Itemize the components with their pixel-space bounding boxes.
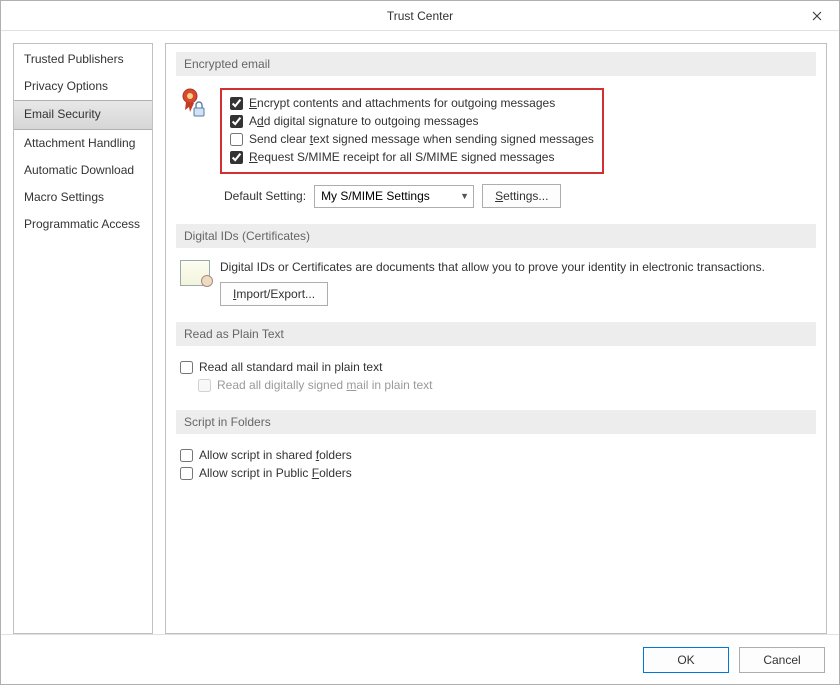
content-area: Trusted Publishers Privacy Options Email… [1,31,839,634]
label-encrypt-contents: Encrypt contents and attachments for out… [249,96,555,110]
checkbox-read-standard-plain[interactable] [180,361,193,374]
label-read-standard-plain: Read all standard mail in plain text [199,360,382,374]
checkbox-encrypt-contents[interactable] [230,97,243,110]
checkbox-add-signature[interactable] [230,115,243,128]
window-title: Trust Center [387,9,453,23]
label-read-signed-plain: Read all digitally signed mail in plain … [217,378,432,392]
sidebar-item-programmatic-access[interactable]: Programmatic Access [14,211,152,238]
sidebar-item-privacy-options[interactable]: Privacy Options [14,73,152,100]
option-read-standard-plain[interactable]: Read all standard mail in plain text [180,358,812,376]
import-export-button[interactable]: Import/Export... [220,282,328,306]
sidebar-item-macro-settings[interactable]: Macro Settings [14,184,152,211]
ok-button[interactable]: OK [643,647,729,673]
default-setting-label: Default Setting: [224,189,306,203]
certificate-icon [180,260,210,286]
label-script-public: Allow script in Public Folders [199,466,352,480]
section-digital-ids: Digital IDs or Certificates are document… [176,260,816,318]
option-script-public[interactable]: Allow script in Public Folders [180,464,812,482]
option-add-signature[interactable]: Add digital signature to outgoing messag… [230,112,594,130]
close-icon [812,11,822,21]
trust-center-window: Trust Center Trusted Publishers Privacy … [0,0,840,685]
checkbox-clear-text[interactable] [230,133,243,146]
label-clear-text: Send clear text signed message when send… [249,132,594,146]
sidebar-item-trusted-publishers[interactable]: Trusted Publishers [14,46,152,73]
checkbox-smime-receipt[interactable] [230,151,243,164]
checkbox-script-shared[interactable] [180,449,193,462]
encrypted-options-highlight: Encrypt contents and attachments for out… [220,88,604,174]
checkbox-read-signed-plain [198,379,211,392]
section-header-plain-text: Read as Plain Text [176,322,816,346]
option-read-signed-plain: Read all digitally signed mail in plain … [198,376,812,394]
label-smime-receipt: Request S/MIME receipt for all S/MIME si… [249,150,554,164]
label-add-signature: Add digital signature to outgoing messag… [249,114,479,128]
sidebar-item-attachment-handling[interactable]: Attachment Handling [14,130,152,157]
cancel-button[interactable]: Cancel [739,647,825,673]
option-smime-receipt[interactable]: Request S/MIME receipt for all S/MIME si… [230,148,594,166]
settings-button[interactable]: Settings... [482,184,561,208]
main-panel: Encrypted email [165,43,827,634]
option-script-shared[interactable]: Allow script in shared folders [180,446,812,464]
sidebar: Trusted Publishers Privacy Options Email… [13,43,153,634]
section-script: Allow script in shared folders Allow scr… [176,446,816,494]
dialog-footer: OK Cancel [1,634,839,684]
titlebar: Trust Center [1,1,839,31]
default-setting-value: My S/MIME Settings [321,189,430,203]
label-script-shared: Allow script in shared folders [199,448,352,462]
default-setting-dropdown[interactable]: My S/MIME Settings ▼ [314,185,474,208]
section-header-encrypted: Encrypted email [176,52,816,76]
section-encrypted: Encrypt contents and attachments for out… [176,88,816,220]
section-header-script: Script in Folders [176,410,816,434]
section-plain-text: Read all standard mail in plain text Rea… [176,358,816,406]
default-setting-row: Default Setting: My S/MIME Settings ▼ Se… [224,184,604,208]
chevron-down-icon: ▼ [460,191,469,201]
sidebar-item-automatic-download[interactable]: Automatic Download [14,157,152,184]
digital-ids-text: Digital IDs or Certificates are document… [220,260,765,274]
checkbox-script-public[interactable] [180,467,193,480]
option-clear-text[interactable]: Send clear text signed message when send… [230,130,594,148]
option-encrypt-contents[interactable]: Encrypt contents and attachments for out… [230,94,594,112]
sidebar-item-email-security[interactable]: Email Security [14,100,152,129]
close-button[interactable] [795,1,839,31]
section-header-digital-ids: Digital IDs (Certificates) [176,224,816,248]
ribbon-lock-icon [180,88,208,208]
